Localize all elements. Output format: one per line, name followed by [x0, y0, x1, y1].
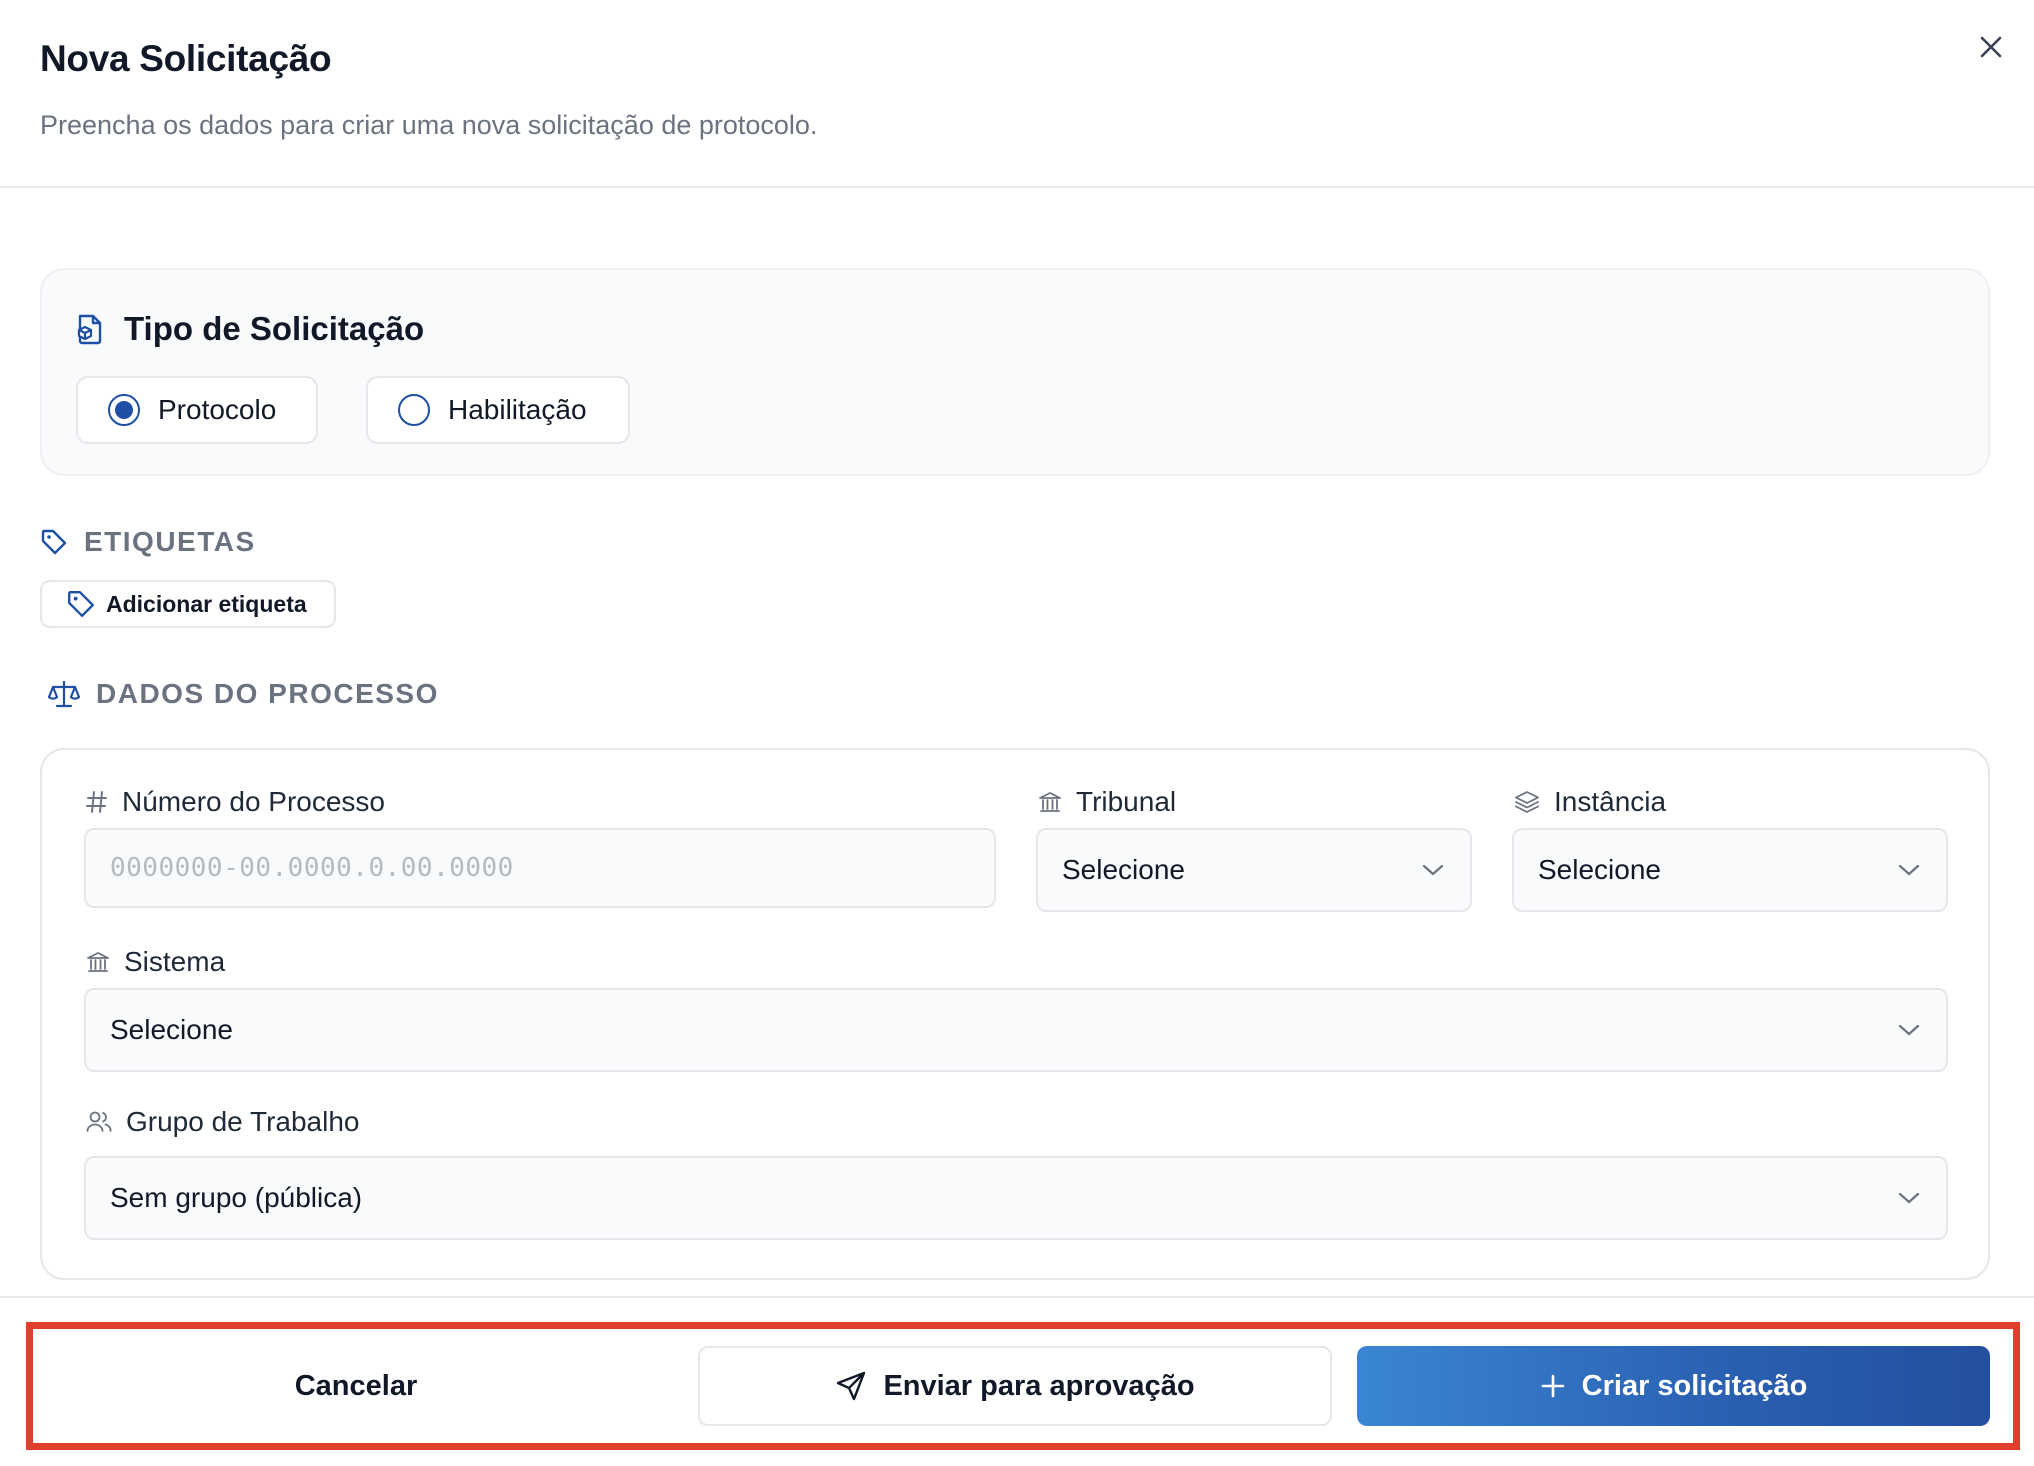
- radio-circle-unchecked: [398, 394, 430, 426]
- add-tag-button[interactable]: Adicionar etiqueta: [40, 580, 336, 628]
- hash-icon: [86, 791, 107, 813]
- users-icon: [86, 1111, 112, 1132]
- scale-icon: [48, 680, 80, 708]
- create-request-button[interactable]: Criar solicitação: [1357, 1346, 1990, 1426]
- chevron-down-icon: [1898, 1192, 1920, 1204]
- radio-dot: [115, 401, 133, 419]
- add-tag-label: Adicionar etiqueta: [106, 590, 307, 617]
- process-card: Número do Processo 0000000-00.0000.0.00.…: [40, 748, 1990, 1280]
- sistema-label-text: Sistema: [124, 946, 226, 977]
- radio-label: Protocolo: [158, 394, 277, 425]
- radio-protocolo[interactable]: Protocolo: [76, 376, 318, 444]
- tag-icon: [41, 529, 67, 555]
- numero-label: Número do Processo: [86, 786, 385, 818]
- send-for-approval-button[interactable]: Enviar para aprovação: [698, 1346, 1332, 1426]
- bank-icon: [1039, 792, 1061, 812]
- request-type-title: Tipo de Solicitação: [124, 310, 425, 347]
- tribunal-value: Selecione: [1062, 854, 1185, 885]
- instancia-label-text: Instância: [1554, 786, 1667, 817]
- process-section-title: DADOS DO PROCESSO: [96, 678, 439, 709]
- file-type-icon: [77, 314, 102, 345]
- send-icon: [837, 1371, 866, 1401]
- grupo-value: Sem grupo (pública): [110, 1182, 363, 1213]
- instancia-select[interactable]: Selecione: [1512, 828, 1948, 912]
- close-button[interactable]: [1970, 26, 2012, 68]
- chevron-down-icon: [1898, 864, 1920, 876]
- plus-icon: [1541, 1374, 1564, 1398]
- chevron-down-icon: [1422, 864, 1444, 876]
- grupo-label-text: Grupo de Trabalho: [126, 1106, 360, 1137]
- create-label: Criar solicitação: [1581, 1369, 1808, 1402]
- chevron-down-icon: [1898, 1024, 1920, 1036]
- instancia-value: Selecione: [1538, 854, 1661, 885]
- numero-processo-input[interactable]: 0000000-00.0000.0.00.0000: [84, 828, 996, 908]
- sistema-label: Sistema: [86, 946, 225, 978]
- cancel-label: Cancelar: [294, 1369, 418, 1402]
- radio-habilitacao[interactable]: Habilitação: [366, 376, 630, 444]
- radio-circle-checked: [108, 394, 140, 426]
- tribunal-label: Tribunal: [1038, 786, 1176, 818]
- numero-label-text: Número do Processo: [122, 786, 386, 817]
- tribunal-label-text: Tribunal: [1076, 786, 1177, 817]
- sistema-value: Selecione: [110, 1014, 233, 1045]
- tribunal-select[interactable]: Selecione: [1036, 828, 1472, 912]
- cancel-button[interactable]: Cancelar: [40, 1346, 672, 1426]
- dialog-title: Nova Solicitação: [40, 38, 332, 79]
- close-icon: [1980, 36, 2002, 58]
- footer-divider: [0, 1296, 2034, 1298]
- dialog-header: Nova Solicitação Preencha os dados para …: [0, 0, 2034, 188]
- approve-label: Enviar para aprovação: [883, 1369, 1195, 1402]
- instancia-label: Instância: [1514, 786, 1666, 818]
- bank-icon: [87, 952, 109, 972]
- dialog-subtitle: Preencha os dados para criar uma nova so…: [40, 110, 818, 140]
- request-type-header: Tipo de Solicitação: [74, 310, 424, 348]
- radio-label: Habilitação: [448, 394, 587, 425]
- sistema-select[interactable]: Selecione: [84, 988, 1948, 1072]
- tags-section-title: ETIQUETAS: [84, 526, 256, 557]
- tags-section-header: ETIQUETAS: [40, 526, 256, 558]
- grupo-label: Grupo de Trabalho: [86, 1106, 360, 1138]
- process-section-header: DADOS DO PROCESSO: [48, 678, 439, 710]
- request-type-card: Tipo de Solicitação Protocolo Habilitaçã…: [40, 268, 1990, 476]
- numero-placeholder: 0000000-00.0000.0.00.0000: [110, 853, 514, 883]
- tag-icon: [68, 591, 94, 617]
- layers-icon: [1515, 791, 1539, 813]
- grupo-select[interactable]: Sem grupo (pública): [84, 1156, 1948, 1240]
